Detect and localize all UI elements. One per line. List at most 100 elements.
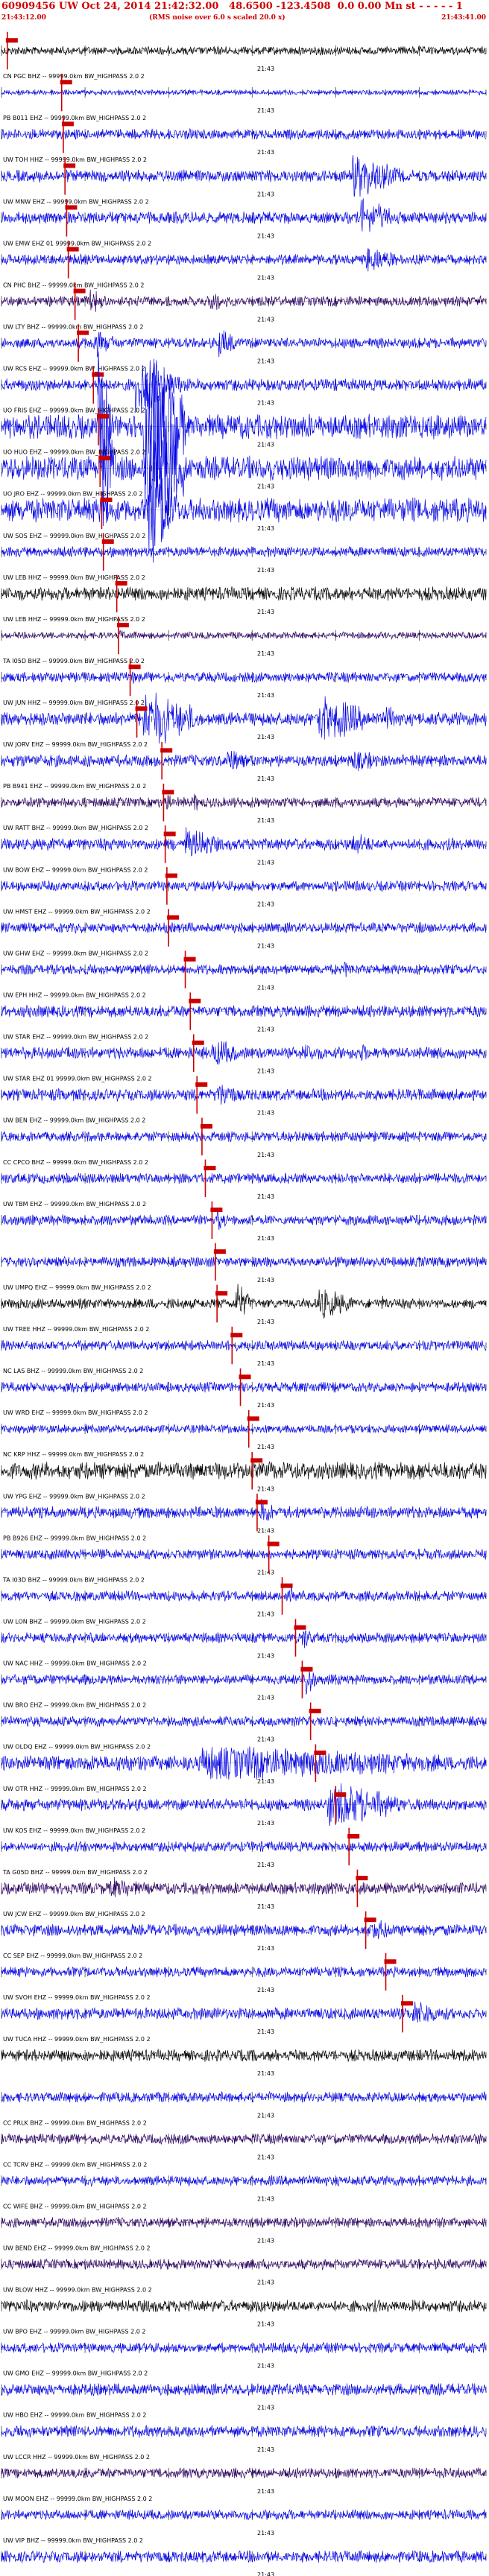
pick-marker: [60, 80, 72, 85]
station-label: CC PRLK BHZ -- 99999.0km BW_HIGHPASS 2.0…: [3, 2119, 147, 2126]
pick-marker: [195, 1082, 208, 1087]
minute-label: 21:43: [257, 1987, 274, 1993]
station-label: CN PHC BHZ -- 99999.0km BW_HIGHPASS 2.0 …: [3, 282, 145, 288]
waveform-trace: [1, 461, 487, 563]
pick-marker: [400, 2001, 413, 2006]
station-label: UW GMO EHZ -- 99999.0km BW_HIGHPASS 2.0 …: [3, 2370, 148, 2377]
station-label: UW BEND EHZ -- 99999.0km BW_HIGHPASS 2.0…: [3, 2245, 151, 2251]
station-label: UW BPO EHZ -- 99999.0km BW_HIGHPASS 2.0 …: [3, 2329, 145, 2335]
minute-label: 21:43: [257, 1569, 274, 1576]
minute-label: 21:43: [257, 2363, 274, 2370]
waveform-trace: [1, 793, 487, 810]
pick-marker: [65, 205, 78, 210]
minute-label: 21:43: [257, 1402, 274, 1409]
station-label: UW WRD EHZ -- 99999.0km BW_HIGHPASS 2.0 …: [3, 1409, 148, 1416]
waveform-trace: [1, 1499, 487, 1521]
station-label: UW EPH HHZ -- 99999.0km BW_HIGHPASS 2.0 …: [3, 992, 146, 999]
waveform-trace: [1, 1041, 487, 1065]
pick-marker: [215, 1291, 228, 1296]
station-label: UW SVOH EHZ -- 99999.0km BW_HIGHPASS 2.0…: [3, 1994, 151, 2001]
minute-label: 21:43: [257, 1444, 274, 1450]
minute-label: 21:43: [257, 1277, 274, 1284]
pick-marker: [347, 1834, 360, 1839]
minute-label: 21:43: [257, 2572, 274, 2576]
minute-label: 21:43: [257, 2070, 274, 2077]
pick-marker: [63, 163, 76, 168]
minute-label: 21:43: [257, 734, 274, 740]
minute-label: 21:43: [257, 2405, 274, 2411]
pick-marker: [384, 1959, 397, 1964]
station-label: UW RCS EHZ -- 99999.0km BW_HIGHPASS 2.0 …: [3, 366, 145, 372]
station-label: NC KRP HHZ -- 99999.0km BW_HIGHPASS 2.0 …: [3, 1451, 144, 1458]
waveform-trace: [1, 750, 487, 772]
pick-marker: [128, 664, 141, 670]
station-label: PB B011 EHZ -- 99999.0km BW_HIGHPASS 2.0…: [3, 115, 146, 121]
pick-marker: [294, 1625, 306, 1630]
pick-marker: [204, 1165, 216, 1170]
minute-label: 21:43: [257, 107, 274, 114]
minute-label: 21:43: [257, 483, 274, 490]
pick-marker: [334, 1792, 347, 1797]
pick-marker: [230, 1333, 243, 1338]
pick-marker: [61, 121, 74, 127]
minute-label: 21:43: [257, 1695, 274, 1701]
minute-label: 21:43: [257, 775, 274, 782]
pick-marker: [314, 1750, 326, 1755]
pick-marker: [100, 497, 113, 502]
minute-label: 21:43: [257, 2028, 274, 2035]
pick-marker: [66, 247, 79, 252]
pick-marker: [5, 38, 18, 43]
waveform-trace: [1, 1586, 487, 1602]
pick-marker: [192, 1040, 204, 1045]
minute-label: 21:43: [257, 2321, 274, 2328]
station-label: CC CPCO BHZ -- 99999.0km BW_HIGHPASS 2.0…: [3, 1159, 148, 1166]
pick-marker: [309, 1708, 321, 1713]
station-label: UW LCCR HHZ -- 99999.0km BW_HIGHPASS 2.0…: [3, 2454, 150, 2461]
minute-label: 21:43: [257, 1068, 274, 1075]
pick-marker: [189, 998, 201, 1003]
station-label: PB B941 EHZ -- 99999.0km BW_HIGHPASS 2.0…: [3, 783, 146, 790]
minute-label: 21:43: [257, 442, 274, 448]
minute-label: 21:43: [257, 1027, 274, 1033]
minute-label: 21:43: [257, 1653, 274, 1660]
minute-label: 21:43: [257, 274, 274, 281]
waveform-trace: [1, 1670, 487, 1695]
pick-marker: [73, 288, 86, 294]
station-label: UW HBO EHZ -- 99999.0km BW_HIGHPASS 2.0 …: [3, 2412, 147, 2419]
pick-marker: [364, 1917, 376, 1923]
minute-label: 21:43: [257, 2195, 274, 2202]
station-label: TA I05D BHZ -- 99999.0km BW_HIGHPASS 2.0…: [2, 658, 145, 664]
seismogram-plot: 21:43 21:43 CN PGC BHZ -- 99999.0km BW_HIG…: [1, 31, 487, 2576]
station-label: UW OLDQ EHZ -- 99999.0km BW_HIGHPASS 2.0…: [3, 1744, 151, 1751]
minute-label: 21:43: [257, 2154, 274, 2160]
station-label: UW STAR EHZ -- 99999.0km BW_HIGHPASS 2.0…: [3, 1034, 148, 1041]
waveform-trace: [1, 330, 487, 358]
minute-label: 21:43: [257, 1193, 274, 1200]
pick-marker: [135, 706, 148, 711]
station-label: UW TREE HHZ -- 99999.0km BW_HIGHPASS 2.0…: [3, 1326, 149, 1333]
station-label: UW HMST EHZ -- 99999.0km BW_HIGHPASS 2.0…: [3, 908, 151, 915]
waveform-trace: [1, 1877, 487, 1897]
station-label: UW UMPQ EHZ -- 99999.0km BW_HIGHPASS 2.0…: [3, 1284, 151, 1291]
station-label: UW BLOW HHZ -- 99999.0km BW_HIGHPASS 2.0…: [3, 2287, 152, 2294]
pick-marker: [267, 1541, 280, 1546]
station-label: UO HUO EHZ -- 99999.0km BW_HIGHPASS 2.0 …: [3, 449, 145, 456]
station-label: CC WIFE BHZ -- 99999.0km BW_HIGHPASS 2.0…: [3, 2203, 147, 2209]
pick-marker: [247, 1416, 259, 1421]
minute-label: 21:43: [257, 2446, 274, 2453]
minute-label: 21:43: [257, 2280, 274, 2286]
minute-label: 21:43: [257, 1110, 274, 1117]
minute-label: 21:43: [257, 66, 274, 72]
pick-marker: [92, 372, 104, 377]
station-label: UW MNW EHZ -- 99999.0km BW_HIGHPASS 2.0 …: [3, 198, 149, 205]
station-label: UO FRIS EHZ -- 99999.0km BW_HIGHPASS 2.0…: [3, 407, 145, 414]
waveform-trace: [1, 671, 487, 684]
station-label: UW KOS EHZ -- 99999.0km BW_HIGHPASS 2.0 …: [3, 1827, 145, 1834]
minute-label: 21:43: [257, 1527, 274, 1534]
station-label: UW STAR EHZ 01 99999.0km BW_HIGHPASS 2.0…: [3, 1076, 152, 1082]
station-label: UW TUCA HHZ -- 99999.0km BW_HIGHPASS 2.0…: [3, 2036, 151, 2043]
pick-marker: [213, 1249, 226, 1254]
rms-note: (RMS noise over 6.0 s scaled 20.0 x): [149, 14, 285, 22]
minute-label: 21:43: [257, 692, 274, 699]
waveform-trace: [1, 2001, 487, 2023]
